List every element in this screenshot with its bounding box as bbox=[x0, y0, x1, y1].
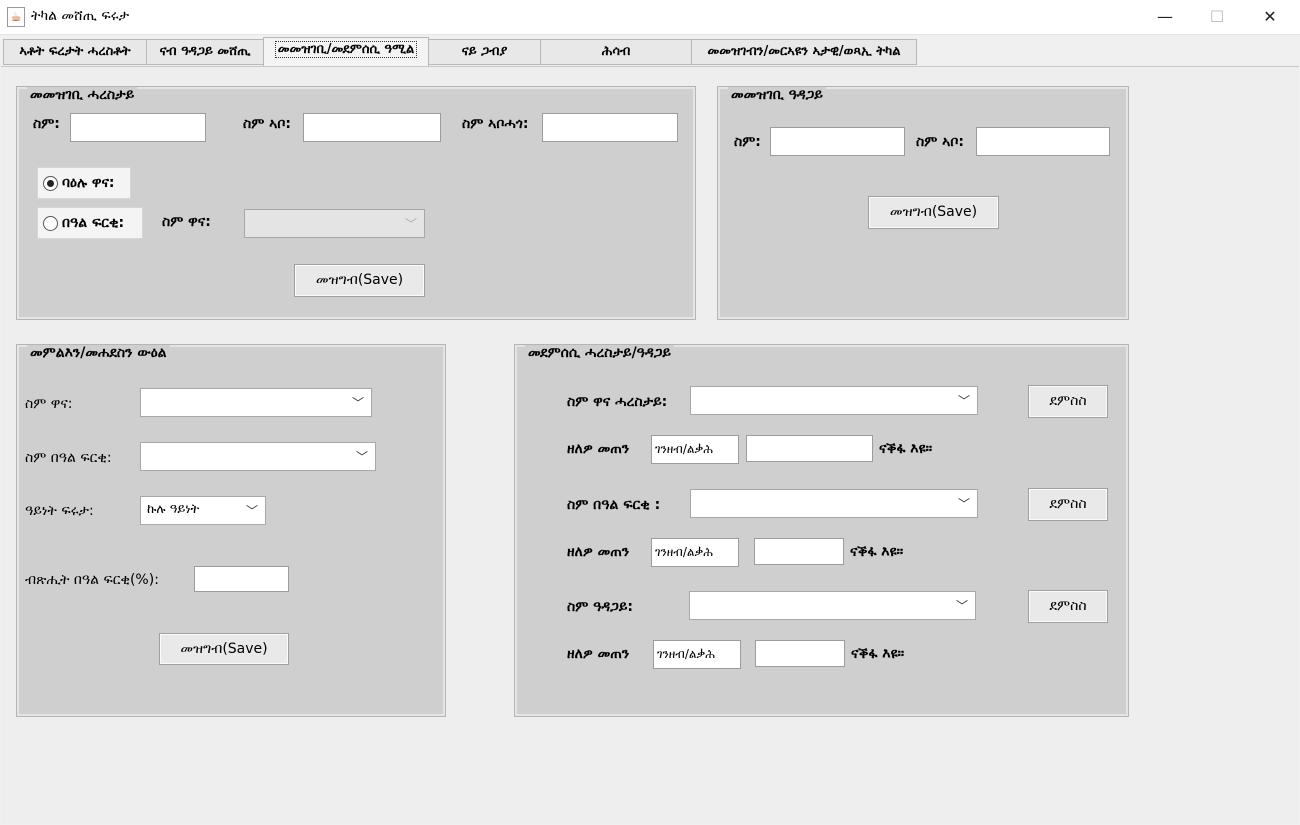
partner-share-input[interactable] bbox=[194, 566, 289, 592]
selected-value: ኩሉ ዓይነት bbox=[147, 502, 200, 517]
contract-save-button[interactable]: መዝግብ(Save) bbox=[159, 633, 289, 665]
farmer-save-button[interactable]: መዝግብ(Save) bbox=[294, 264, 425, 297]
panel-title: መደምሰሲ ሓረስታይ/ዓዳጋይ bbox=[525, 345, 674, 361]
currency-label: ናቕፋ እዩ። bbox=[851, 646, 905, 662]
father-name-label: ስም ኣቦ: bbox=[916, 134, 964, 150]
money-loan-tag: ገንዘብ/ልቃሕ bbox=[651, 435, 739, 464]
tab-register-delete-customer[interactable]: መመዝገቢ/መደምሰሲ ዓሚል bbox=[263, 37, 429, 66]
title-bar: ☕ ትካል መሸጢ ፍሩታ — ☐ ✕ bbox=[0, 0, 1300, 35]
partner-share-label: ብጽሒት በዓል ፍርቂ(%): bbox=[25, 572, 159, 588]
tab-bar: ኣቶት ፍረታት ሓረስቶት ናብ ዓዳጋይ መሸጢ መመዝገቢ/መደምሰሲ ዓ… bbox=[0, 37, 1300, 67]
contract-partner-select[interactable]: ﹀ bbox=[140, 442, 376, 471]
farmer-grandfather-name-input[interactable] bbox=[542, 113, 678, 142]
chevron-down-icon: ﹀ bbox=[957, 497, 970, 511]
tab-label: መመዝገቢ/መደምሰሲ ዓሚል bbox=[274, 41, 418, 58]
panel-title: መመዝገቢ ዓዳጋይ bbox=[728, 87, 826, 103]
delete-partner-button[interactable]: ደምስስ bbox=[1028, 488, 1108, 521]
owner-name-label: ስም ዋና: bbox=[25, 396, 73, 412]
currency-label: ናቕፋ እዩ። bbox=[850, 544, 904, 560]
buyer-registration-panel: መመዝገቢ ዓዳጋይ ስም: ስም ኣቦ: መዝግብ(Save) bbox=[717, 86, 1129, 320]
farmer-father-name-input[interactable] bbox=[303, 113, 441, 142]
chevron-down-icon: ﹀ bbox=[404, 217, 417, 231]
farmer-name-input[interactable] bbox=[70, 113, 206, 142]
radio-unchecked-icon bbox=[43, 216, 58, 231]
owner-name-label: ስም ዋና: bbox=[162, 214, 211, 230]
product-type-label: ዓይነት ፍሩታ: bbox=[25, 503, 94, 519]
delete-buyer-button[interactable]: ደምስስ bbox=[1028, 590, 1108, 623]
balance-label: ዘለዎ መጠን bbox=[567, 441, 630, 457]
name-label: ስም: bbox=[33, 116, 60, 132]
buyer-name-label: ስም ዓዳጋይ: bbox=[567, 599, 634, 615]
tab-label: ሕሳብ bbox=[601, 44, 631, 59]
delete-partner-select[interactable]: ﹀ bbox=[690, 489, 978, 518]
java-cup-icon: ☕ bbox=[7, 7, 25, 27]
tab-market[interactable]: ናይ ጋብያ bbox=[428, 39, 541, 65]
tab-farmer-products[interactable]: ኣቶት ፍረታት ሓረስቶት bbox=[3, 39, 147, 65]
close-button[interactable]: ✕ bbox=[1247, 0, 1293, 34]
tab-label: መመዝገብን/መርኣዩን ኣታዊ/ወጻኢ ትካል bbox=[707, 44, 901, 59]
chevron-down-icon: ﹀ bbox=[955, 599, 968, 613]
tab-label: ናብ ዓዳጋይ መሸጢ bbox=[159, 44, 251, 59]
owner-name-select[interactable]: ﹀ bbox=[244, 209, 425, 238]
radio-partner[interactable]: በዓል ፍርቂ: bbox=[37, 207, 143, 239]
buyer-balance-field[interactable] bbox=[755, 640, 845, 667]
radio-owner[interactable]: ባዕሉ ዋና: bbox=[37, 167, 131, 199]
panel-title: መምልእን/መሐደስን ውዕል bbox=[27, 345, 170, 361]
window-title: ትካል መሸጢ ፍሩታ bbox=[31, 8, 130, 24]
farmer-registration-panel: መመዝገቢ ሓረስታይ ስም: ስም ኣቦ: ስም ኣቦሓጎ: ባዕሉ ዋና: … bbox=[16, 86, 696, 320]
minimize-button[interactable]: — bbox=[1142, 0, 1188, 34]
delete-panel: መደምሰሲ ሓረስታይ/ዓዳጋይ ስም ዋና ሓረስታይ: ﹀ ደምስስ ዘለዎ… bbox=[514, 344, 1129, 717]
chevron-down-icon: ﹀ bbox=[957, 394, 970, 408]
buyer-save-button[interactable]: መዝግብ(Save) bbox=[868, 196, 999, 229]
tab-content: መመዝገቢ ሓረስታይ ስም: ስም ኣቦ: ስም ኣቦሓጎ: ባዕሉ ዋና: … bbox=[1, 66, 1299, 824]
balance-label: ዘለዎ መጠን bbox=[567, 544, 630, 560]
contract-panel: መምልእን/መሐደስን ውዕል ስም ዋና: ﹀ ስም በዓል ፍርቂ: ﹀ ዓ… bbox=[16, 344, 446, 717]
father-name-label: ስም ኣቦ: bbox=[243, 116, 291, 132]
partner-name-label: ስም በዓል ፍርቂ: bbox=[25, 450, 112, 466]
partner-name-label: ስም በዓል ፍርቂ : bbox=[567, 497, 661, 513]
radio-label: ባዕሉ ዋና: bbox=[62, 175, 115, 191]
tab-income-expense[interactable]: መመዝገብን/መርኣዩን ኣታዊ/ወጻኢ ትካል bbox=[691, 39, 917, 65]
radio-checked-icon bbox=[43, 176, 58, 191]
balance-label: ዘለዎ መጠን bbox=[567, 646, 630, 662]
tab-label: ኣቶት ፍረታት ሓረስቶት bbox=[19, 44, 131, 59]
partner-balance-field[interactable] bbox=[754, 538, 844, 565]
money-loan-tag: ገንዘብ/ልቃሕ bbox=[653, 640, 741, 669]
maximize-button[interactable]: ☐ bbox=[1194, 0, 1240, 34]
grandfather-name-label: ስም ኣቦሓጎ: bbox=[462, 116, 529, 132]
currency-label: ናቕፋ እዩ። bbox=[879, 441, 933, 457]
radio-label: በዓል ፍርቂ: bbox=[62, 215, 125, 231]
panel-title: መመዝገቢ ሓረስታይ bbox=[27, 87, 138, 103]
chevron-down-icon: ﹀ bbox=[351, 396, 364, 410]
delete-farmer-button[interactable]: ደምስስ bbox=[1028, 385, 1108, 418]
money-loan-tag: ገንዘብ/ልቃሕ bbox=[651, 538, 739, 567]
contract-owner-select[interactable]: ﹀ bbox=[140, 388, 372, 417]
buyer-name-input[interactable] bbox=[770, 127, 905, 156]
tab-sell-to-buyer[interactable]: ናብ ዓዳጋይ መሸጢ bbox=[146, 39, 264, 65]
farmer-balance-field[interactable] bbox=[746, 435, 873, 462]
product-type-select[interactable]: ኩሉ ዓይነት ﹀ bbox=[140, 496, 266, 525]
delete-farmer-select[interactable]: ﹀ bbox=[690, 386, 978, 415]
chevron-down-icon: ﹀ bbox=[355, 450, 368, 464]
chevron-down-icon: ﹀ bbox=[245, 504, 258, 518]
farmer-name-label: ስም ዋና ሓረስታይ: bbox=[567, 394, 668, 410]
delete-buyer-select[interactable]: ﹀ bbox=[689, 591, 976, 620]
buyer-father-name-input[interactable] bbox=[976, 127, 1110, 156]
tab-accounts[interactable]: ሕሳብ bbox=[540, 39, 692, 65]
tab-label: ናይ ጋብያ bbox=[461, 44, 508, 59]
name-label: ስም: bbox=[734, 134, 761, 150]
